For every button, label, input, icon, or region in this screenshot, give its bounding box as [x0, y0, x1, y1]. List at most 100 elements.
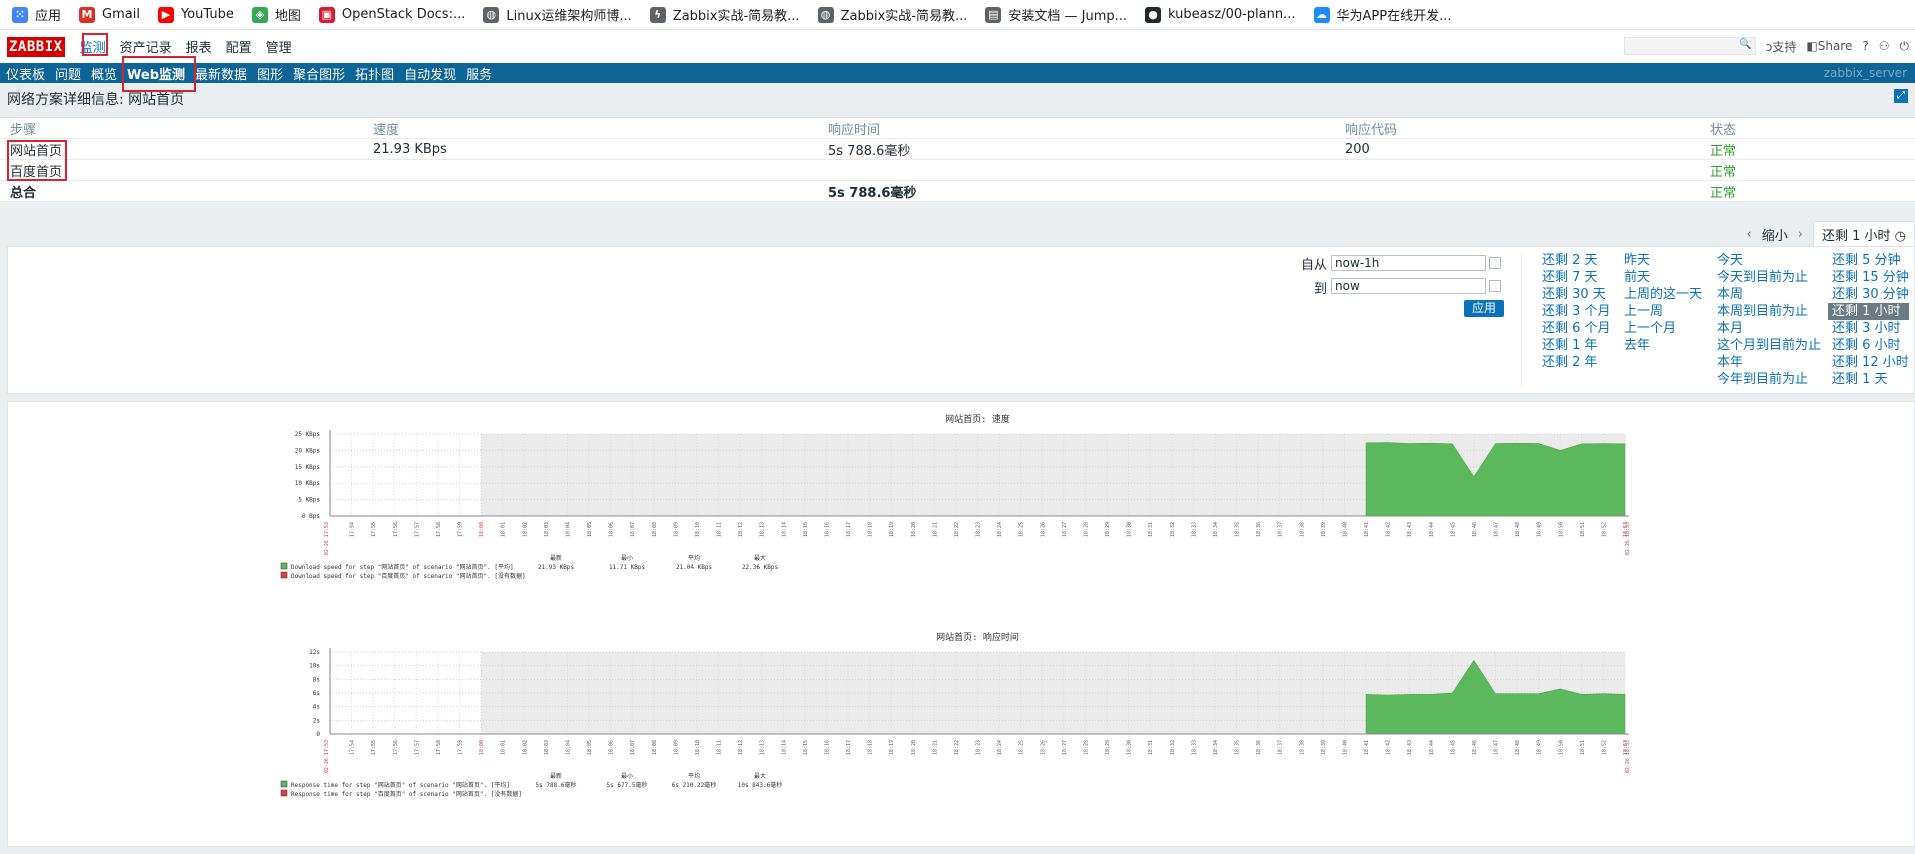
chevron-left-icon[interactable]: ‹	[1747, 227, 1752, 242]
help-icon[interactable]: ?	[1862, 39, 1868, 53]
bookmark-item[interactable]: ϟ Zabbix实战-简易教...	[649, 5, 800, 24]
bookmark-item[interactable]: ● kubeasz/00-plann...	[1145, 6, 1296, 23]
legend-stat-header: 平均	[688, 772, 700, 780]
share-link[interactable]: ◧Share	[1806, 39, 1852, 53]
quick-range-link[interactable]: 上一个月	[1624, 320, 1702, 337]
subnav-overview[interactable]: 概览	[91, 64, 117, 83]
header-response-time[interactable]: 响应时间	[828, 119, 1345, 138]
y-tick-label: 12s	[309, 649, 320, 656]
x-tick-label: 18:23	[976, 522, 982, 537]
bookmark-item[interactable]: ◈ 地图	[251, 5, 301, 24]
subnav-problems[interactable]: 问题	[55, 64, 81, 83]
logout-icon[interactable]: ⏻	[1900, 39, 1910, 54]
x-tick-label: 18:18	[868, 740, 874, 755]
quick-range-link[interactable]: 今天	[1717, 252, 1821, 269]
quick-range-link[interactable]: 今天到目前为止	[1717, 269, 1821, 286]
bookmark-item[interactable]: ◍ Zabbix实战-简易教...	[817, 5, 967, 24]
quick-range-link[interactable]: 还剩 30 分钟	[1832, 286, 1909, 303]
quick-range-link[interactable]: 这个月到目前为止	[1717, 337, 1821, 354]
subnav-web[interactable]: Web监测	[127, 64, 185, 83]
quick-range-link[interactable]: 昨天	[1624, 252, 1702, 269]
legend-value: 10s 843.6毫秒	[738, 781, 783, 789]
quick-range-link[interactable]: 本周	[1717, 286, 1821, 303]
subnav-latest-data[interactable]: 最新数据	[195, 64, 247, 83]
menu-monitoring[interactable]: 监测	[80, 37, 106, 56]
quick-range-link[interactable]: 还剩 2 天	[1542, 252, 1611, 269]
menu-administration[interactable]: 管理	[266, 37, 292, 56]
quick-range-link[interactable]: 还剩 1 年	[1542, 337, 1611, 354]
quick-range-link[interactable]: 前天	[1624, 269, 1702, 286]
y-tick-label: 0 Bps	[302, 513, 320, 520]
quick-range-link[interactable]: 本周到目前为止	[1717, 303, 1821, 320]
x-tick-label: 18:45	[1450, 740, 1456, 755]
quick-range-link[interactable]: 本年	[1717, 354, 1821, 371]
quick-range-link[interactable]: 本月	[1717, 320, 1821, 337]
x-tick-label: 18:48	[1515, 522, 1521, 537]
support-link[interactable]: ↄ支持	[1766, 38, 1797, 55]
to-input[interactable]: now	[1331, 278, 1486, 294]
subnav-discovery[interactable]: 自动发现	[404, 64, 456, 83]
y-tick-label: 0	[316, 731, 320, 738]
time-filter-tab[interactable]: 还剩 1 小时 ◷	[1812, 221, 1915, 247]
bookmark-item[interactable]: ◍ Linux运维架构师博...	[483, 5, 632, 24]
quick-range-link[interactable]: 还剩 6 个月	[1542, 320, 1611, 337]
menu-reports[interactable]: 报表	[186, 37, 212, 56]
subnav-dashboard[interactable]: 仪表板	[6, 64, 45, 83]
bookmark-item[interactable]: ⁙ 应用	[12, 5, 61, 24]
search-icon[interactable]: 🔍	[1739, 39, 1751, 50]
quick-range-link[interactable]: 还剩 12 小时	[1832, 354, 1909, 371]
subnav-maps[interactable]: 拓扑图	[355, 64, 394, 83]
chevron-right-icon[interactable]: ›	[1798, 227, 1803, 242]
quick-range-col-4: 还剩 5 分钟 还剩 15 分钟 还剩 30 分钟 还剩 1 小时 还剩 3 小时 还剩 …	[1828, 252, 1909, 388]
menu-configuration[interactable]: 配置	[226, 37, 252, 56]
y-tick-label: 20 KBps	[295, 447, 321, 454]
x-tick-label: 18:47	[1494, 522, 1500, 537]
quick-range-link[interactable]: 上一周	[1624, 303, 1702, 320]
quick-range-link[interactable]: 还剩 3 小时	[1832, 320, 1909, 337]
zabbix-logo[interactable]: ZABBIX	[7, 36, 65, 57]
quick-range-link[interactable]: 还剩 7 天	[1542, 269, 1611, 286]
subnav-services[interactable]: 服务	[466, 64, 492, 83]
quick-range-link[interactable]: 还剩 30 天	[1542, 286, 1611, 303]
server-name: zabbix_server	[1823, 66, 1907, 80]
header-step[interactable]: 步骤	[0, 119, 373, 138]
apply-button[interactable]: 应用	[1464, 300, 1504, 317]
legend-stat-header: 最大	[754, 554, 766, 562]
bookmark-item[interactable]: ▶ YouTube	[157, 6, 234, 23]
quick-range-link[interactable]: 还剩 1 天	[1832, 371, 1909, 388]
bookmark-item[interactable]: ☁ 华为APP在线开发...	[1313, 5, 1452, 24]
menu-inventory[interactable]: 资产记录	[120, 37, 172, 56]
quick-range-link[interactable]: 上周的这一天	[1624, 286, 1702, 303]
legend-value: 6s 210.22毫秒	[672, 781, 717, 789]
x-tick-label: 18:22	[954, 522, 960, 537]
global-search-input[interactable]: 🔍	[1623, 37, 1756, 55]
quick-range-link[interactable]: 去年	[1624, 337, 1702, 354]
bookmarks-bar: ⁙ 应用 M Gmail ▶ YouTube ◈ 地图 ▣ OpenStack Docs:... ◍…	[0, 0, 1915, 30]
calendar-icon[interactable]	[1489, 257, 1501, 269]
y-tick-label: 10s	[309, 663, 320, 670]
subnav-graphs[interactable]: 图形	[257, 64, 283, 83]
bookmark-item[interactable]: ▤ 安装文档 — Jump...	[985, 5, 1127, 24]
quick-range-link[interactable]: 还剩 15 分钟	[1832, 269, 1909, 286]
quick-range-link[interactable]: 还剩 2 年	[1542, 354, 1611, 371]
quick-range-link[interactable]: 还剩 6 小时	[1832, 337, 1909, 354]
header-speed[interactable]: 速度	[373, 119, 828, 138]
youtube-icon: ▶	[157, 6, 174, 23]
quick-range-link[interactable]: 还剩 3 个月	[1542, 303, 1611, 320]
bookmark-item[interactable]: ▣ OpenStack Docs:...	[318, 6, 465, 23]
calendar-icon[interactable]	[1489, 280, 1501, 292]
x-tick-label: 18:49	[1537, 522, 1543, 537]
fullscreen-icon[interactable]: ⤢	[1894, 89, 1908, 103]
zoom-out-button[interactable]: 缩小	[1762, 225, 1788, 244]
header-status[interactable]: 状态	[1710, 119, 1910, 138]
x-tick-label: 18:45	[1450, 522, 1456, 537]
header-response-code[interactable]: 响应代码	[1345, 119, 1710, 138]
bookmark-item[interactable]: M Gmail	[79, 6, 140, 23]
from-input[interactable]: now-1h	[1331, 255, 1486, 271]
time-filter-bar: ‹ 缩小 › 还剩 1 小时 ◷	[1737, 221, 1915, 247]
subnav-screens[interactable]: 聚合图形	[293, 64, 345, 83]
profile-icon[interactable]: ⚇	[1879, 39, 1890, 53]
quick-range-link[interactable]: 还剩 5 分钟	[1832, 252, 1909, 269]
quick-range-link[interactable]: 今年到目前为止	[1717, 371, 1821, 388]
quick-range-link[interactable]: 还剩 1 小时	[1828, 303, 1909, 320]
